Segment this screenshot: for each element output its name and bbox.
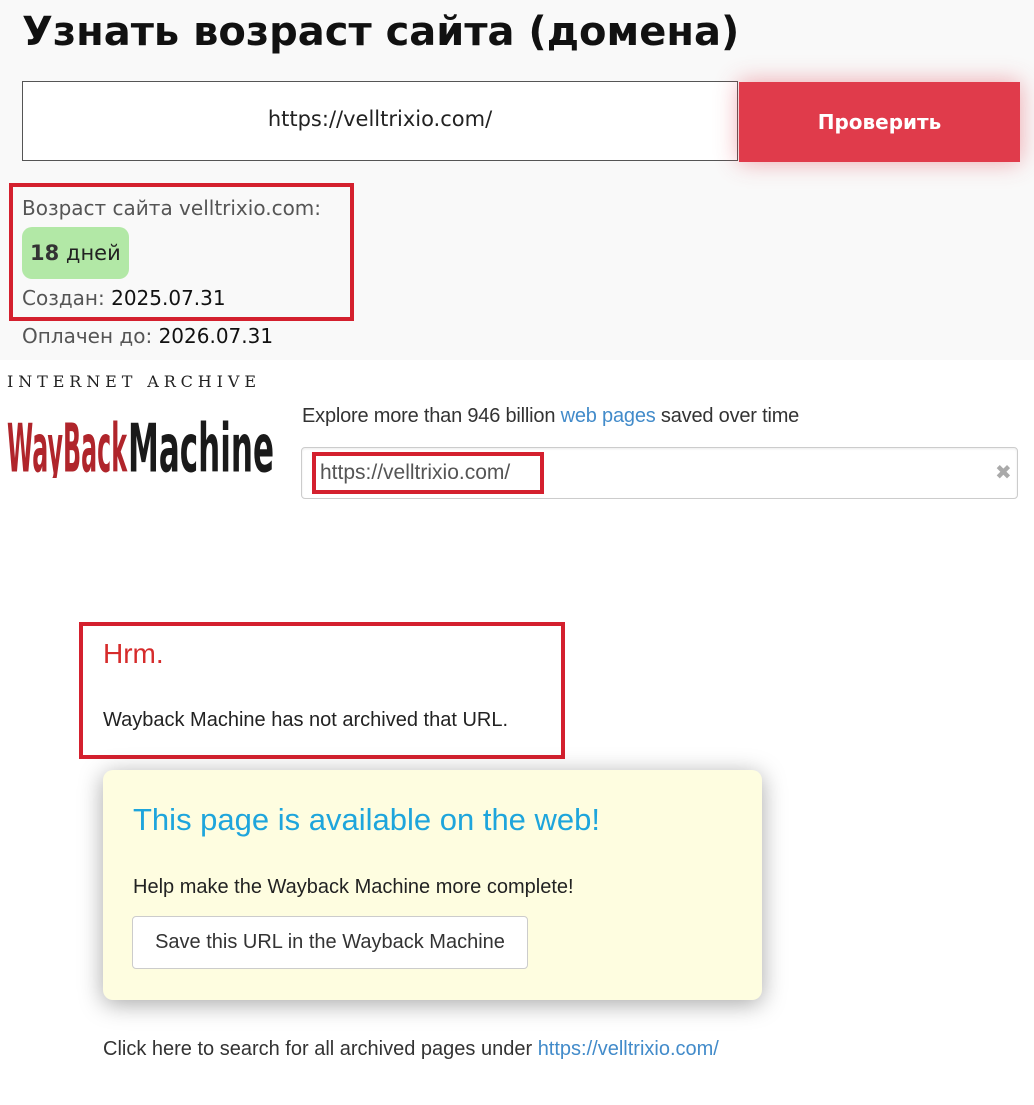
paid-line: Оплачен до: 2026.07.31: [22, 324, 273, 348]
explore-prefix: Explore more than 946 billion: [302, 405, 556, 427]
paid-value: 2026.07.31: [158, 324, 274, 348]
click-here-prefix: Click here to search for all archived pa…: [103, 1038, 533, 1060]
explore-text: Explore more than 946 billion web pages …: [302, 405, 799, 428]
logo-machine-word: Machine: [128, 410, 274, 478]
paid-label: Оплачен до:: [22, 324, 153, 348]
check-button[interactable]: Проверить: [739, 82, 1020, 162]
page-available-card: This page is available on the web! Help …: [103, 770, 762, 1000]
explore-suffix: saved over time: [660, 405, 800, 427]
url-input[interactable]: [22, 81, 738, 161]
page-title: Узнать возраст сайта (домена): [22, 9, 740, 55]
domain-age-panel: Узнать возраст сайта (домена) Проверить …: [0, 0, 1034, 360]
web-pages-link[interactable]: web pages: [561, 405, 656, 427]
available-title: This page is available on the web!: [133, 802, 601, 837]
archived-pages-link[interactable]: https://velltrixio.com/: [538, 1038, 719, 1060]
search-highlight-box: [312, 452, 544, 494]
age-highlight-box: [9, 183, 354, 321]
save-url-button[interactable]: Save this URL in the Wayback Machine: [132, 916, 528, 969]
wayback-machine-logo[interactable]: WayBack Machine: [6, 398, 276, 478]
logo-wayback-word: WayBack: [7, 410, 128, 478]
internet-archive-text: INTERNET ARCHIVE: [7, 372, 261, 391]
help-text: Help make the Wayback Machine more compl…: [133, 876, 574, 898]
click-here-text: Click here to search for all archived pa…: [103, 1038, 719, 1061]
hrm-highlight-box: [79, 622, 565, 759]
close-icon[interactable]: ✖: [995, 460, 1012, 484]
